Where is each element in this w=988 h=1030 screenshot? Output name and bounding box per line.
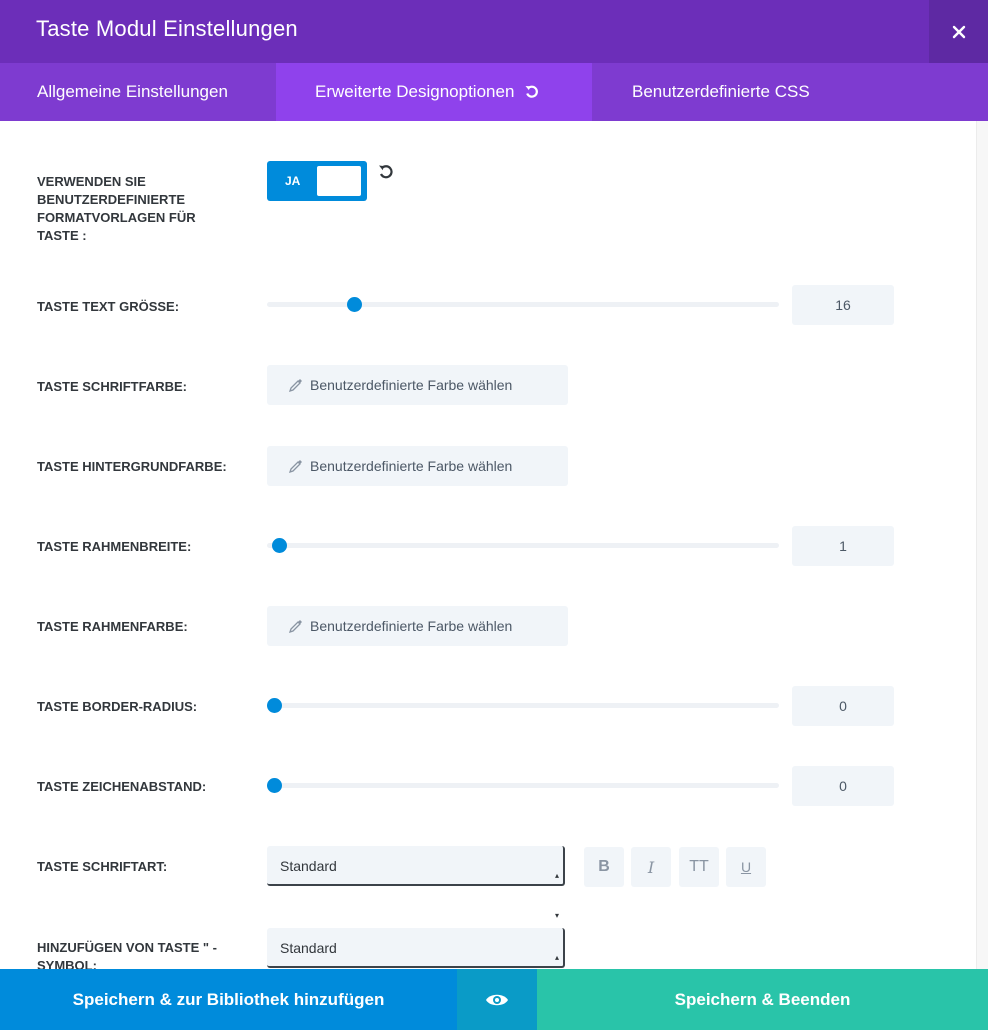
save-to-library-button[interactable]: Speichern & zur Bibliothek hinzufügen xyxy=(0,969,457,1030)
border-radius-input[interactable]: 0 xyxy=(792,686,894,726)
save-and-exit-button[interactable]: Speichern & Beenden xyxy=(537,969,988,1030)
custom-styles-label: Verwenden Sie benutzerdefinierte Formatv… xyxy=(37,174,196,243)
border-width-input[interactable]: 1 xyxy=(792,526,894,566)
color-button-label: Benutzerdefinierte Farbe wählen xyxy=(310,458,513,474)
border-width-label: Taste Rahmenbreite: xyxy=(37,539,192,554)
text-size-input[interactable]: 16 xyxy=(792,285,894,325)
toggle-knob xyxy=(317,166,361,196)
text-size-slider[interactable] xyxy=(267,297,779,312)
italic-button[interactable]: I xyxy=(631,847,671,887)
font-select[interactable]: Standard ▴ ▾ xyxy=(267,846,565,920)
tab-general-settings[interactable]: Allgemeine Einstellungen xyxy=(0,63,276,121)
icon-select[interactable]: Standard ▴▾ xyxy=(267,928,565,968)
settings-tabs: Allgemeine Einstellungen Erweiterte Desi… xyxy=(0,63,988,121)
icon-select-value: Standard xyxy=(280,940,337,956)
eyedropper-icon xyxy=(288,379,302,393)
text-color-picker-button[interactable]: Benutzerdefinierte Farbe wählen xyxy=(267,365,568,405)
toggle-label: JA xyxy=(285,174,301,188)
icon-label: Hinzufügen von Taste " - Symbol: xyxy=(37,940,217,969)
eyedropper-icon xyxy=(288,460,302,474)
close-icon xyxy=(952,25,965,38)
tab-custom-css[interactable]: Benutzerdefinierte CSS xyxy=(592,63,810,121)
underline-button[interactable]: U xyxy=(726,847,766,887)
tab-label: Allgemeine Einstellungen xyxy=(37,82,228,101)
reset-icon[interactable] xyxy=(524,84,540,100)
letter-spacing-slider[interactable] xyxy=(267,778,779,793)
preview-button[interactable] xyxy=(457,969,537,1030)
close-button[interactable] xyxy=(929,0,988,63)
bold-button[interactable]: B xyxy=(584,847,624,887)
bg-color-picker-button[interactable]: Benutzerdefinierte Farbe wählen xyxy=(267,446,568,486)
color-button-label: Benutzerdefinierte Farbe wählen xyxy=(310,618,513,634)
tab-label: Benutzerdefinierte CSS xyxy=(632,82,810,101)
tab-label: Erweiterte Designoptionen xyxy=(315,82,515,101)
tab-advanced-design[interactable]: Erweiterte Designoptionen xyxy=(276,63,592,121)
text-color-label: Taste Schriftfarbe: xyxy=(37,379,187,394)
font-label: Taste Schriftart: xyxy=(37,859,168,874)
uppercase-button[interactable]: TT xyxy=(679,847,719,887)
letter-spacing-label: Taste Zeichenabstand: xyxy=(37,779,207,794)
reset-icon[interactable] xyxy=(377,163,395,181)
text-size-label: Taste Text Grösse: xyxy=(37,299,180,314)
modal-title: Taste Modul Einstellungen xyxy=(36,16,298,41)
slider-thumb[interactable] xyxy=(267,778,282,793)
eye-icon xyxy=(486,994,508,1005)
border-radius-slider[interactable] xyxy=(267,698,779,713)
select-caret-icon: ▴▾ xyxy=(554,953,559,962)
modal-header: Taste Modul Einstellungen xyxy=(0,0,988,63)
settings-content: Verwenden Sie benutzerdefinierte Formatv… xyxy=(0,121,976,969)
border-radius-label: Taste Border-Radius: xyxy=(37,699,198,714)
letter-spacing-input[interactable]: 0 xyxy=(792,766,894,806)
slider-thumb[interactable] xyxy=(346,297,362,312)
border-color-label: Taste Rahmenfarbe: xyxy=(37,619,188,634)
select-caret-icon: ▴▾ xyxy=(554,871,559,920)
slider-thumb[interactable] xyxy=(267,698,282,713)
scrollbar[interactable] xyxy=(976,121,988,969)
border-color-picker-button[interactable]: Benutzerdefinierte Farbe wählen xyxy=(267,606,568,646)
custom-styles-toggle[interactable]: JA xyxy=(267,161,367,201)
eyedropper-icon xyxy=(288,620,302,634)
bg-color-label: Taste Hintergrundfarbe: xyxy=(37,459,227,474)
slider-thumb[interactable] xyxy=(271,538,287,553)
modal-footer: Speichern & zur Bibliothek hinzufügen Sp… xyxy=(0,969,988,1030)
border-width-slider[interactable] xyxy=(267,538,779,553)
color-button-label: Benutzerdefinierte Farbe wählen xyxy=(310,377,513,393)
font-select-value: Standard xyxy=(280,858,337,874)
